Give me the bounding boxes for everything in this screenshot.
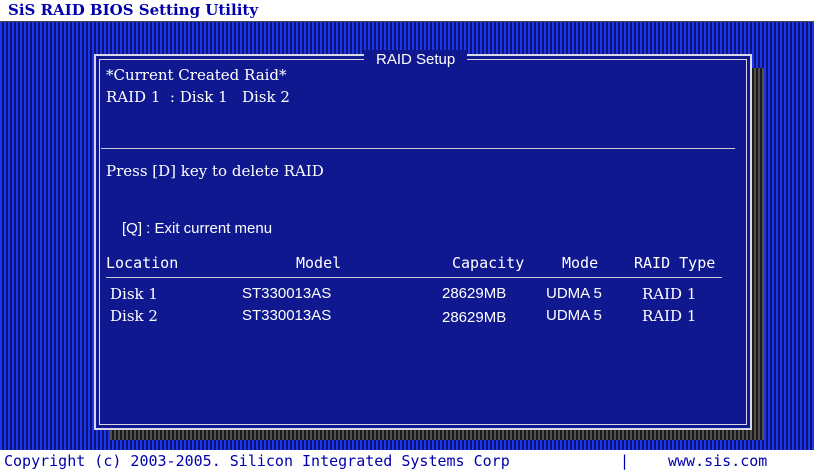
row-mode: UDMA 5 — [546, 285, 602, 302]
column-header-raid-type: RAID Type — [634, 254, 716, 272]
row-location: Disk 2 — [110, 307, 158, 325]
footer-copyright: Copyright (c) 2003-2005. Silicon Integra… — [4, 452, 510, 470]
dialog-inner-border — [99, 59, 747, 425]
row-model: ST330013AS — [242, 285, 332, 302]
footer-bar: Copyright (c) 2003-2005. Silicon Integra… — [0, 450, 814, 473]
dialog-title: RAID Setup — [364, 50, 468, 70]
column-header-model: Model — [296, 254, 342, 272]
column-header-location: Location — [106, 254, 179, 272]
table-header-divider — [106, 277, 722, 278]
footer-separator: | — [620, 452, 630, 470]
column-header-capacity: Capacity — [452, 254, 525, 272]
row-capacity: 28629MB — [442, 285, 507, 302]
section-divider — [101, 148, 735, 149]
current-raid-info: RAID 1 : Disk 1 Disk 2 — [106, 88, 290, 106]
footer-website: www.sis.com — [668, 452, 768, 470]
column-header-mode: Mode — [562, 254, 599, 272]
current-raid-header: *Current Created Raid* — [106, 66, 287, 84]
exit-menu-hint[interactable]: [Q] : Exit current menu — [122, 220, 272, 238]
row-mode: UDMA 5 — [546, 307, 602, 324]
row-raid-type: RAID 1 — [642, 307, 697, 325]
raid-setup-dialog — [94, 54, 752, 430]
row-model: ST330013AS — [242, 307, 332, 324]
row-location: Disk 1 — [110, 285, 158, 303]
app-title-bar: SiS RAID BIOS Setting Utility — [0, 0, 814, 22]
row-capacity: 28629MB — [442, 309, 507, 326]
delete-raid-hint[interactable]: Press [D] key to delete RAID — [106, 162, 324, 180]
row-raid-type: RAID 1 — [642, 285, 697, 303]
app-title: SiS RAID BIOS Setting Utility — [8, 1, 259, 19]
